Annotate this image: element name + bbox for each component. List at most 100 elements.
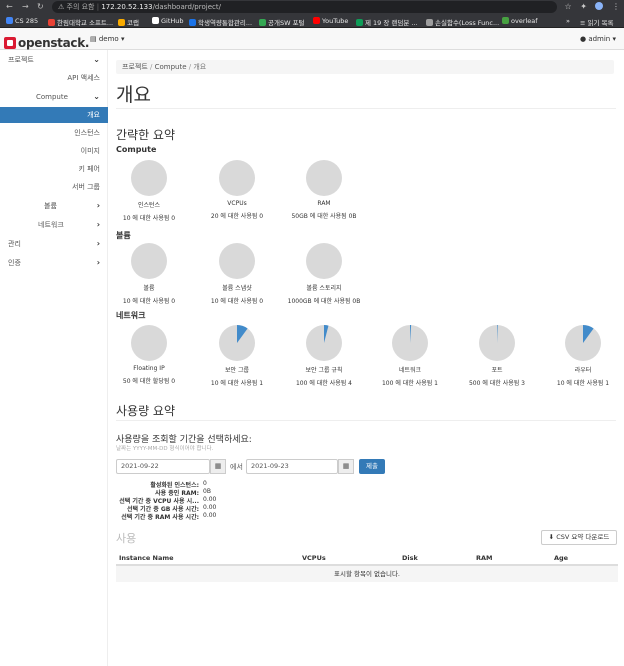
- bookmarks-bar: CS 285 한림대학교 소프트... 코랩 GitHub 학생역량통합관리..…: [0, 14, 624, 28]
- quota-title: VCPUs: [227, 200, 247, 207]
- pie-graphic: [219, 325, 255, 361]
- quota-title: 볼륨: [143, 285, 155, 292]
- sidebar-item-network[interactable]: 네트워크 ›: [0, 217, 108, 233]
- column-header[interactable]: Age: [554, 554, 568, 562]
- bookmark-item[interactable]: 학생역량통합관리...: [189, 17, 252, 27]
- quota-usage: 20 에 대한 사용됨 0: [210, 213, 264, 220]
- youtube-icon: [313, 17, 320, 24]
- pie-graphic: [219, 160, 255, 196]
- quota-pie-chart: 보안 그룹 10 에 대한 사용됨 1: [192, 325, 282, 387]
- column-header[interactable]: VCPUs: [302, 554, 326, 562]
- quota-usage: 100 에 대한 사용됨 1: [381, 380, 439, 387]
- quota-pie-chart: 볼륨 스냅샷 10 에 대한 사용됨 0: [192, 243, 282, 305]
- usage-heading: 사용: [116, 532, 137, 545]
- browser-toolbar: ← → ↻ ⚠ 주의 요함 | 172.20.52.133/dashboard/…: [0, 0, 624, 14]
- caret-down-icon: ▾: [120, 35, 125, 43]
- reload-icon[interactable]: ↻: [37, 2, 44, 11]
- openstack-logo[interactable]: openstack.: [4, 32, 89, 50]
- profile-avatar[interactable]: [595, 2, 604, 10]
- pie-graphic: [131, 325, 167, 361]
- column-header[interactable]: RAM: [476, 554, 493, 562]
- bookmark-item[interactable]: 제 19 장 랜덤분 ...: [356, 17, 418, 27]
- pie-background: [131, 243, 167, 279]
- pie-background: [219, 160, 255, 196]
- bookmark-icon: [189, 19, 196, 26]
- reading-list-icon: ≡: [580, 19, 588, 27]
- breadcrumb-compute[interactable]: Compute: [155, 63, 187, 71]
- quota-pie-chart: 볼륨 10 에 대한 사용됨 0: [104, 243, 194, 305]
- openstack-logo-icon: [4, 36, 16, 49]
- end-date-input[interactable]: 2021-09-23: [246, 459, 338, 474]
- sidebar-item-instances[interactable]: 인스턴스: [0, 125, 108, 141]
- user-dropdown[interactable]: ● admin ▾: [580, 35, 616, 43]
- calendar-icon[interactable]: ▦: [210, 459, 226, 474]
- limit-summary-heading: 간략한 요약: [116, 128, 176, 142]
- bookmark-item[interactable]: 손실함수(Loss Func...: [426, 17, 499, 27]
- sidebar-item-overview[interactable]: 개요: [0, 107, 108, 123]
- overleaf-icon: [502, 17, 509, 24]
- quota-usage: 50 에 대한 할당됨 0: [122, 378, 176, 385]
- bookmark-icon: [426, 19, 433, 26]
- bookmark-item[interactable]: CS 285: [6, 17, 38, 25]
- project-dropdown[interactable]: ▤ demo ▾: [90, 35, 124, 43]
- extensions-icon[interactable]: ✦: [580, 2, 587, 11]
- quota-usage: 10 에 대한 사용됨 0: [210, 298, 264, 305]
- pie-graphic: [479, 325, 515, 361]
- page-title: 개요: [116, 84, 151, 106]
- user-icon: ●: [579, 35, 587, 43]
- sidebar-item-api-access[interactable]: API 액세스: [0, 70, 108, 86]
- pie-background: [219, 243, 255, 279]
- back-icon[interactable]: ←: [6, 2, 13, 11]
- network-heading: 네트워크: [116, 311, 146, 320]
- bookmark-item[interactable]: YouTube: [313, 17, 348, 25]
- bookmark-item[interactable]: 한림대학교 소프트...: [48, 17, 113, 27]
- address-bar[interactable]: ⚠ 주의 요함 | 172.20.52.133/dashboard/projec…: [52, 1, 557, 13]
- breadcrumb-project[interactable]: 프로젝트: [122, 63, 148, 71]
- bookmark-item[interactable]: GitHub: [152, 17, 184, 25]
- column-header[interactable]: Disk: [402, 554, 418, 562]
- usage-table: Instance Name VCPUs Disk RAM Age 표시할 항목이…: [116, 550, 618, 582]
- start-date-input[interactable]: 2021-09-22: [116, 459, 210, 474]
- pie-background: [131, 325, 167, 361]
- more-bookmarks-icon[interactable]: »: [566, 17, 570, 25]
- bookmark-item[interactable]: 코랩: [118, 17, 139, 27]
- bookmark-item[interactable]: overleaf: [502, 17, 538, 25]
- bookmark-item[interactable]: 공개SW 포털: [259, 17, 305, 27]
- quota-usage: 10 에 대한 사용됨 1: [556, 380, 610, 387]
- chevron-right-icon: ›: [96, 239, 100, 248]
- pie-graphic: [306, 325, 342, 361]
- quota-pie-chart: 볼륨 스토리지 1000GB 에 대한 사용됨 0B: [279, 243, 369, 305]
- reading-list[interactable]: ≡ 읽기 목록: [580, 17, 614, 27]
- quota-title: 보안 그룹 규칙: [305, 367, 343, 374]
- pie-graphic: [392, 325, 428, 361]
- submit-button[interactable]: 제출: [359, 459, 385, 474]
- download-csv-button[interactable]: ⬇ CSV 요약 다운로드: [541, 530, 617, 545]
- calendar-icon[interactable]: ▦: [338, 459, 354, 474]
- sidebar-item-images[interactable]: 이미지: [0, 143, 108, 159]
- security-label: 주의 요함: [66, 3, 95, 11]
- column-header[interactable]: Instance Name: [119, 554, 174, 562]
- bookmark-icon: [259, 19, 266, 26]
- quota-pie-chart: 네트워크 100 에 대한 사용됨 1: [365, 325, 455, 387]
- menu-icon[interactable]: ⋮: [612, 2, 620, 11]
- sidebar: 프로젝트 ⌄ API 액세스 Compute ⌄ 개요 인스턴스 이미지 키 페어 …: [0, 50, 108, 666]
- bookmark-icon: [118, 19, 125, 26]
- sidebar-item-compute[interactable]: Compute ⌄: [0, 89, 108, 105]
- sidebar-item-admin[interactable]: 관리 ›: [0, 236, 108, 252]
- bookmark-icon: [356, 19, 363, 26]
- sidebar-item-key-pairs[interactable]: 키 페어: [0, 161, 108, 177]
- chevron-down-icon: ⌄: [93, 92, 100, 101]
- forward-icon[interactable]: →: [22, 2, 29, 11]
- summary-value: 0B: [203, 488, 211, 495]
- quota-title: 인스턴스: [137, 202, 161, 209]
- star-icon[interactable]: ☆: [564, 2, 571, 11]
- breadcrumb-overview: 개요: [193, 63, 207, 71]
- quota-title: Floating IP: [133, 365, 165, 372]
- divider: [116, 108, 616, 109]
- github-icon: [152, 17, 159, 24]
- sidebar-item-identity[interactable]: 인증 ›: [0, 255, 108, 271]
- url-host: 172.20.52.133: [101, 3, 153, 11]
- sidebar-item-server-groups[interactable]: 서버 그룹: [0, 179, 108, 195]
- sidebar-item-volumes[interactable]: 볼륨 ›: [0, 198, 108, 214]
- sidebar-item-project[interactable]: 프로젝트 ⌄: [0, 52, 108, 68]
